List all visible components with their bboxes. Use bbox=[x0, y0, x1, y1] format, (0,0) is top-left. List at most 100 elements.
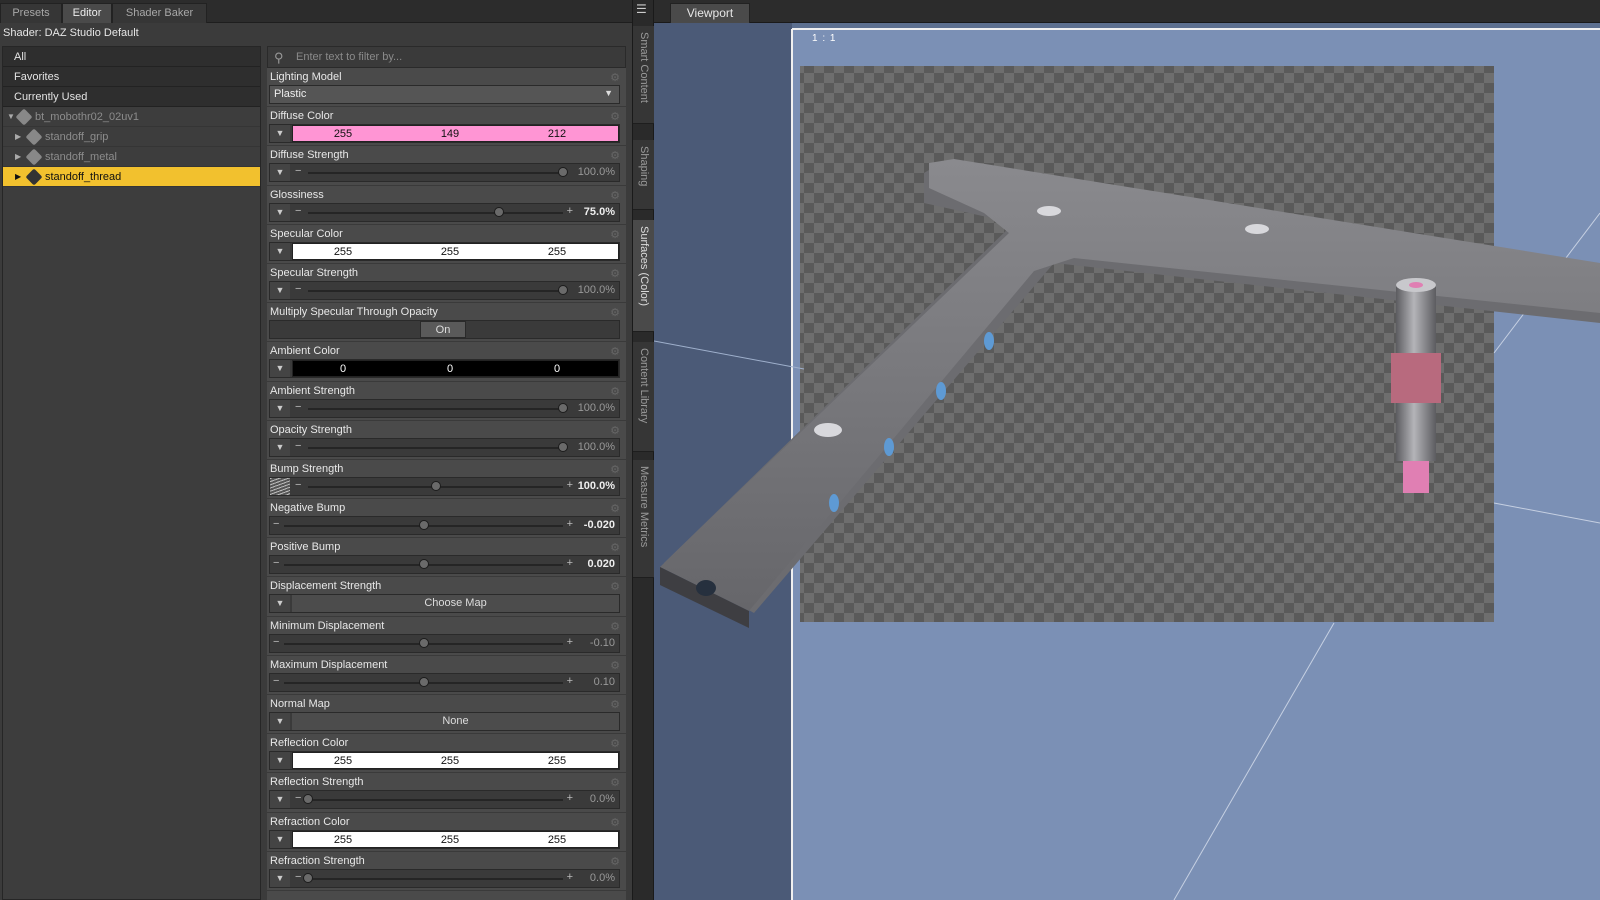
slider-value[interactable]: 0.020 bbox=[587, 558, 615, 570]
slider-knob[interactable] bbox=[558, 441, 568, 452]
slider-value[interactable]: 100.0% bbox=[578, 166, 615, 178]
slider-value[interactable]: 0.0% bbox=[590, 793, 615, 805]
slider-knob[interactable] bbox=[418, 676, 429, 687]
slider-knob[interactable] bbox=[303, 872, 313, 883]
slider-knob[interactable] bbox=[558, 167, 568, 178]
decrement-icon[interactable]: − bbox=[295, 205, 301, 217]
map-dropdown-icon[interactable]: ▼ bbox=[270, 830, 290, 848]
decrement-icon[interactable]: − bbox=[295, 440, 301, 452]
tab-shader-baker[interactable]: Shader Baker bbox=[112, 3, 207, 23]
slider-knob[interactable] bbox=[558, 402, 568, 413]
filter-input[interactable] bbox=[296, 49, 616, 65]
slider-knob[interactable] bbox=[430, 480, 441, 491]
expand-arrow-icon[interactable]: ▶ bbox=[15, 127, 21, 147]
slider-track[interactable] bbox=[284, 559, 563, 570]
increment-icon[interactable]: + bbox=[567, 675, 573, 687]
slider-knob[interactable] bbox=[558, 284, 568, 295]
map-dropdown-icon[interactable]: ▼ bbox=[270, 438, 290, 456]
slider-value[interactable]: 100.0% bbox=[578, 441, 615, 453]
slider-track[interactable] bbox=[308, 480, 563, 491]
slider-value[interactable]: 0.10 bbox=[594, 676, 615, 688]
bump-map-thumbnail[interactable] bbox=[270, 477, 290, 495]
slider-value[interactable]: 100.0% bbox=[578, 480, 615, 492]
gear-icon[interactable]: ⚙ bbox=[610, 149, 620, 162]
decrement-icon[interactable]: − bbox=[273, 557, 279, 569]
choose-map-button[interactable]: Choose Map bbox=[292, 595, 619, 613]
slider-value[interactable]: 0.0% bbox=[590, 872, 615, 884]
tab-presets[interactable]: Presets bbox=[0, 3, 62, 23]
increment-icon[interactable]: + bbox=[567, 792, 573, 804]
decrement-icon[interactable]: − bbox=[295, 479, 301, 491]
category-currently-used[interactable]: Currently Used bbox=[3, 87, 260, 107]
decrement-icon[interactable]: − bbox=[273, 636, 279, 648]
side-tab-surfaces[interactable]: Surfaces (Color) bbox=[633, 220, 655, 332]
tree-item-standoff-grip[interactable]: ▶ standoff_grip bbox=[3, 127, 260, 147]
slider-track[interactable] bbox=[308, 402, 568, 413]
normal-map-button[interactable]: None bbox=[292, 713, 619, 730]
slider-track[interactable] bbox=[303, 872, 563, 883]
side-tab-smart-content[interactable]: Smart Content bbox=[633, 26, 655, 124]
slider-track[interactable] bbox=[308, 284, 568, 295]
decrement-icon[interactable]: − bbox=[295, 283, 301, 295]
tab-viewport[interactable]: Viewport bbox=[670, 3, 750, 23]
gear-icon[interactable]: ⚙ bbox=[610, 698, 620, 711]
gear-icon[interactable]: ⚙ bbox=[610, 110, 620, 123]
map-dropdown-icon[interactable]: ▼ bbox=[270, 360, 290, 378]
refraction-color-swatch[interactable]: 255 255 255 bbox=[292, 830, 619, 848]
decrement-icon[interactable]: − bbox=[295, 871, 301, 883]
tree-item-standoff-thread[interactable]: ▶ standoff_thread bbox=[3, 167, 260, 187]
side-tab-measure-metrics[interactable]: Measure Metrics bbox=[633, 460, 655, 578]
slider-track[interactable] bbox=[303, 794, 563, 805]
gear-icon[interactable]: ⚙ bbox=[610, 463, 620, 476]
decrement-icon[interactable]: − bbox=[295, 165, 301, 177]
gear-icon[interactable]: ⚙ bbox=[610, 737, 620, 750]
increment-icon[interactable]: + bbox=[567, 205, 573, 217]
lighting-model-select[interactable]: Plastic ▼ bbox=[269, 85, 620, 104]
category-favorites[interactable]: Favorites bbox=[3, 67, 260, 87]
decrement-icon[interactable]: − bbox=[295, 401, 301, 413]
multiply-specular-toggle[interactable]: On bbox=[420, 321, 466, 339]
slider-value[interactable]: 100.0% bbox=[578, 402, 615, 414]
slider-value[interactable]: -0.020 bbox=[584, 519, 615, 531]
gear-icon[interactable]: ⚙ bbox=[610, 345, 620, 358]
increment-icon[interactable]: + bbox=[567, 479, 573, 491]
gear-icon[interactable]: ⚙ bbox=[610, 816, 620, 829]
map-dropdown-icon[interactable]: ▼ bbox=[270, 281, 290, 299]
menu-icon[interactable]: ☰ bbox=[636, 3, 650, 17]
expand-arrow-icon[interactable]: ▶ bbox=[15, 167, 21, 187]
gear-icon[interactable]: ⚙ bbox=[610, 267, 620, 280]
map-dropdown-icon[interactable]: ▼ bbox=[270, 595, 290, 613]
gear-icon[interactable]: ⚙ bbox=[610, 855, 620, 868]
map-dropdown-icon[interactable]: ▼ bbox=[270, 791, 290, 809]
gear-icon[interactable]: ⚙ bbox=[610, 541, 620, 554]
slider-track[interactable] bbox=[308, 206, 563, 217]
decrement-icon[interactable]: − bbox=[273, 518, 279, 530]
side-tab-content-library[interactable]: Content Library bbox=[633, 342, 655, 452]
tree-item-figure[interactable]: ▼ bt_mobothr02_02uv1 bbox=[3, 107, 260, 127]
expand-arrow-icon[interactable]: ▶ bbox=[15, 147, 21, 167]
slider-value[interactable]: 75.0% bbox=[584, 206, 615, 218]
ambient-color-swatch[interactable]: 0 0 0 bbox=[292, 360, 619, 378]
gear-icon[interactable]: ⚙ bbox=[610, 776, 620, 789]
gear-icon[interactable]: ⚙ bbox=[610, 306, 620, 319]
tab-editor[interactable]: Editor bbox=[62, 3, 112, 23]
slider-track[interactable] bbox=[308, 167, 568, 178]
increment-icon[interactable]: + bbox=[567, 557, 573, 569]
map-dropdown-icon[interactable]: ▼ bbox=[270, 164, 290, 182]
gear-icon[interactable]: ⚙ bbox=[610, 228, 620, 241]
gear-icon[interactable]: ⚙ bbox=[610, 189, 620, 202]
map-dropdown-icon[interactable]: ▼ bbox=[270, 399, 290, 417]
side-tab-shaping[interactable]: Shaping bbox=[633, 140, 655, 210]
slider-knob[interactable] bbox=[418, 520, 429, 531]
map-dropdown-icon[interactable]: ▼ bbox=[270, 203, 290, 221]
slider-value[interactable]: 100.0% bbox=[578, 284, 615, 296]
diffuse-color-swatch[interactable]: 255 149 212 bbox=[292, 125, 619, 143]
slider-knob[interactable] bbox=[418, 559, 429, 570]
reflection-color-swatch[interactable]: 255 255 255 bbox=[292, 752, 619, 770]
map-dropdown-icon[interactable]: ▼ bbox=[270, 869, 290, 887]
map-dropdown-icon[interactable]: ▼ bbox=[270, 713, 290, 730]
decrement-icon[interactable]: − bbox=[295, 792, 301, 804]
slider-track[interactable] bbox=[308, 441, 568, 452]
slider-track[interactable] bbox=[284, 520, 563, 531]
slider-track[interactable] bbox=[284, 637, 563, 648]
